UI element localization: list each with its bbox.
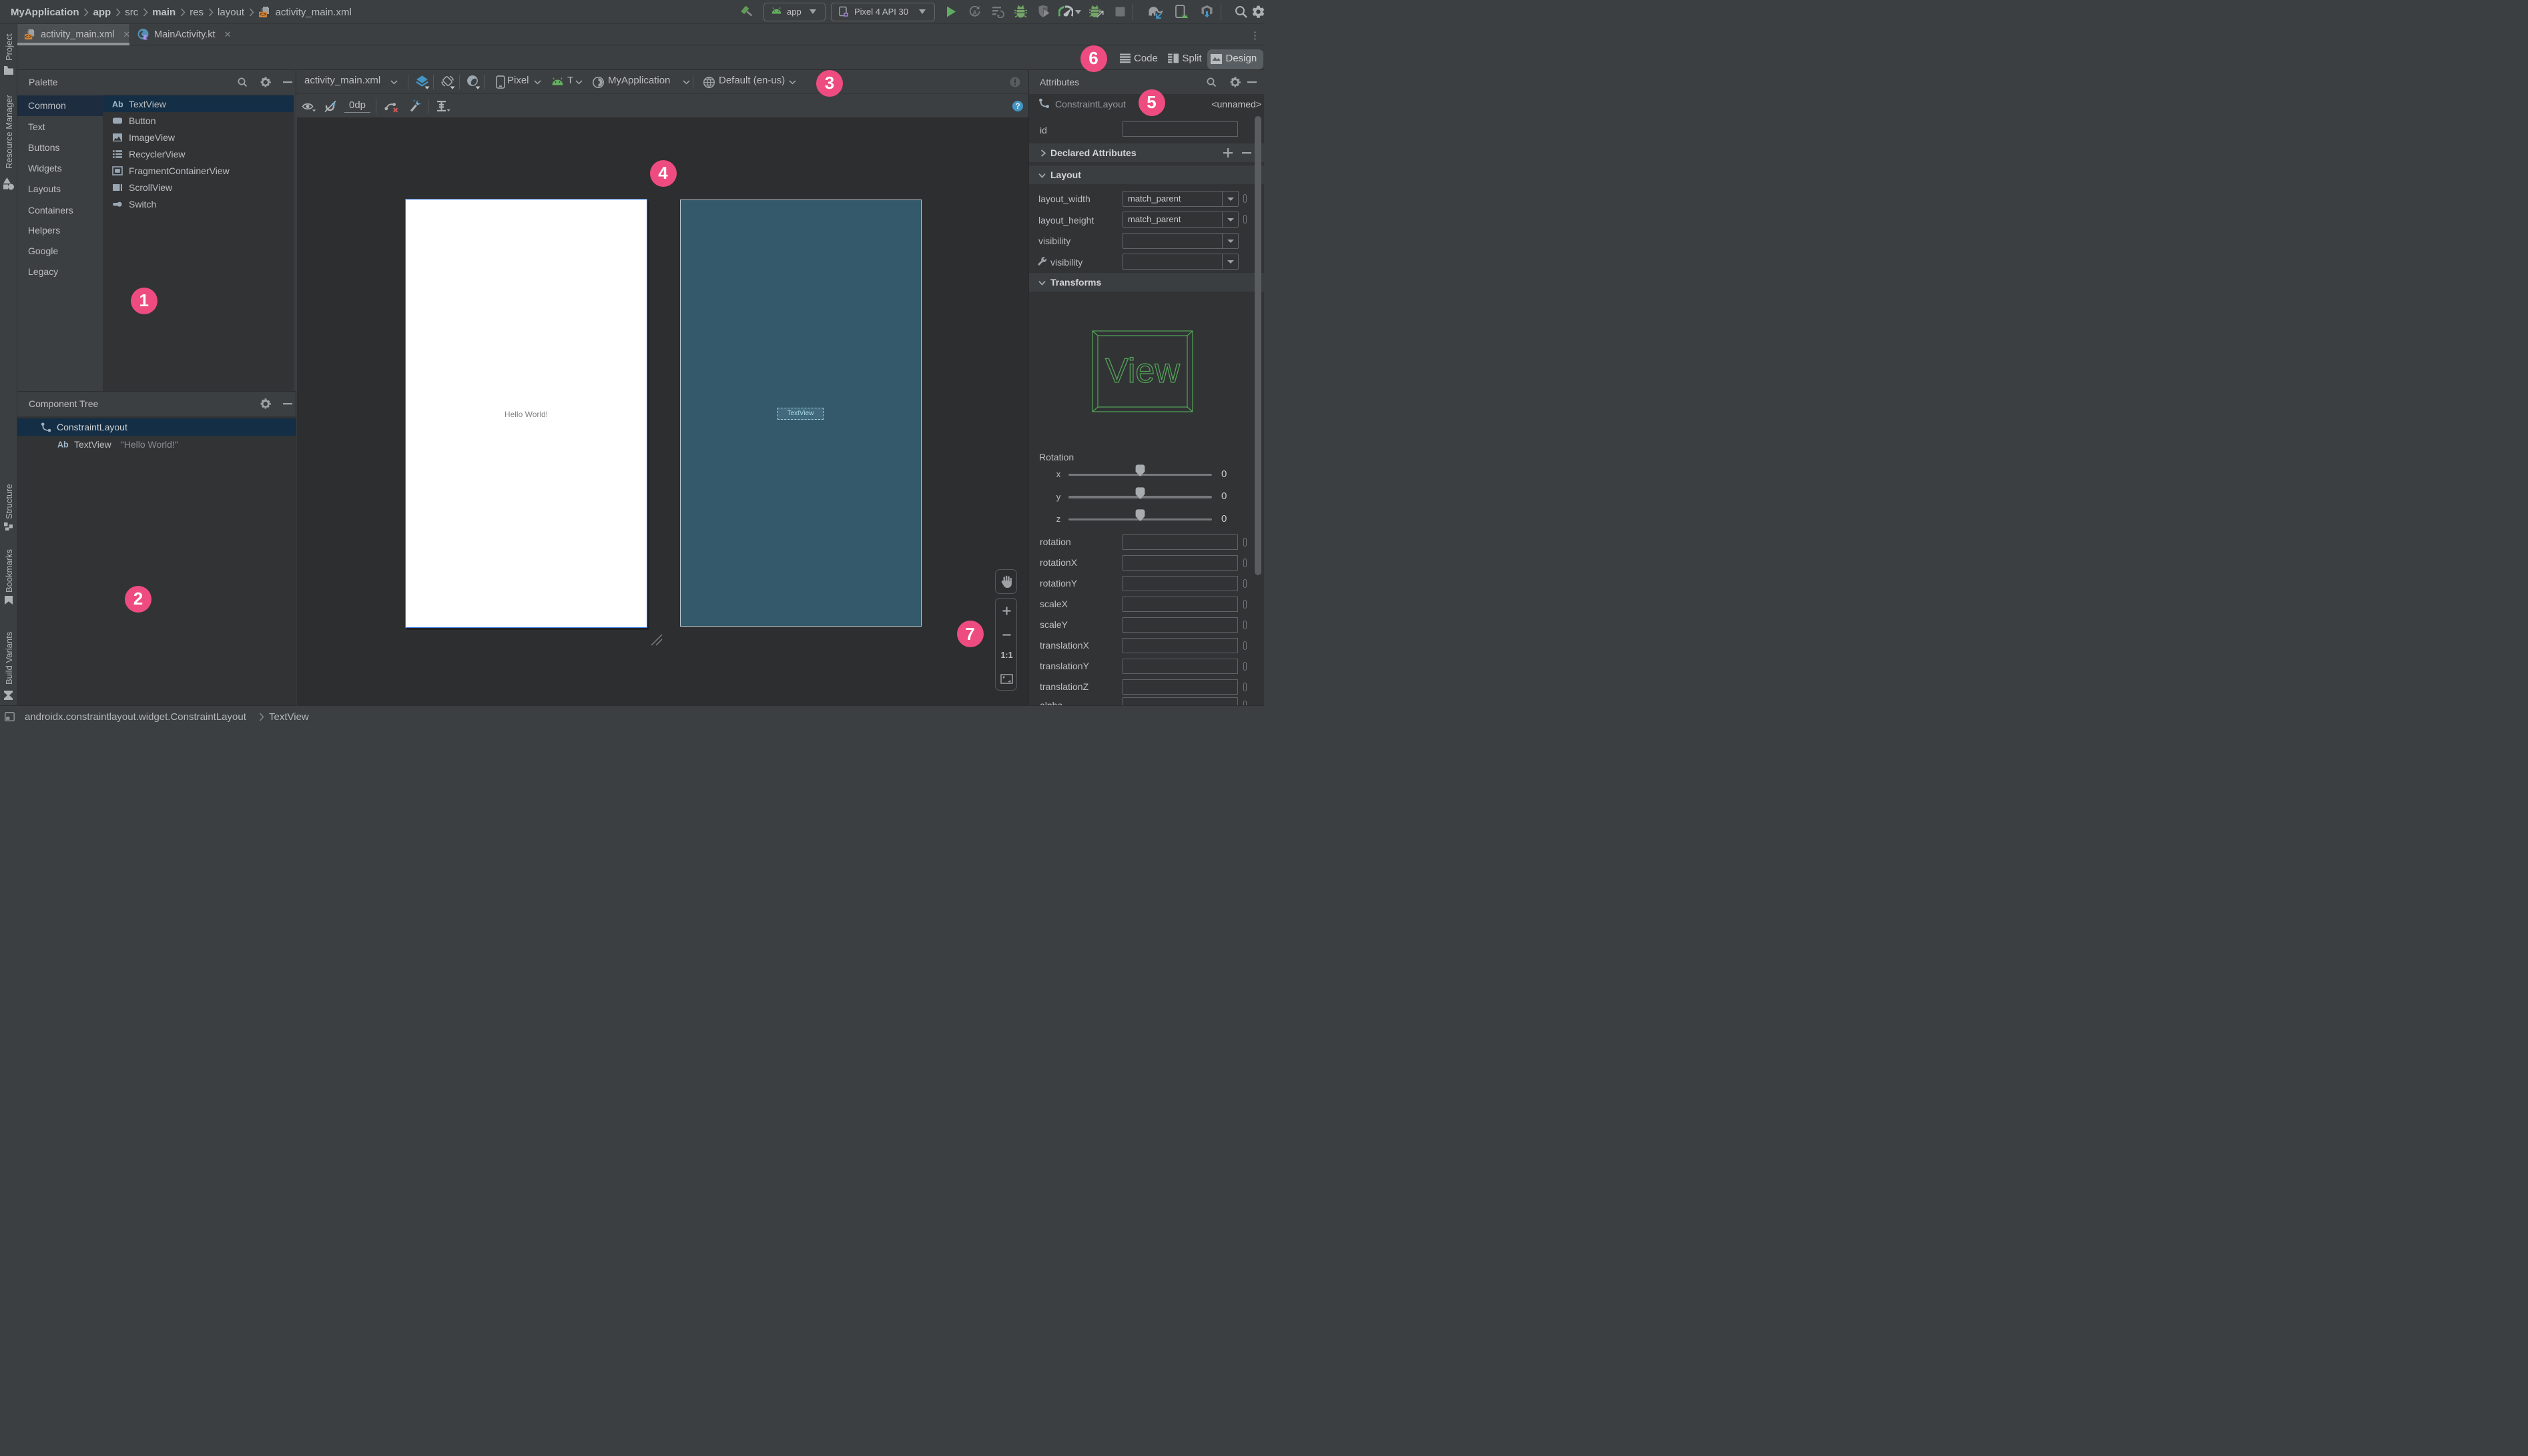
- svg-text:?: ?: [1015, 101, 1020, 111]
- svg-text:Ab: Ab: [112, 99, 123, 109]
- svg-text:A: A: [972, 9, 977, 16]
- svg-text:<>: <>: [260, 11, 267, 18]
- svg-text:View: View: [1105, 352, 1180, 390]
- svg-text:<>: <>: [25, 34, 32, 41]
- svg-text:Ab: Ab: [57, 440, 69, 450]
